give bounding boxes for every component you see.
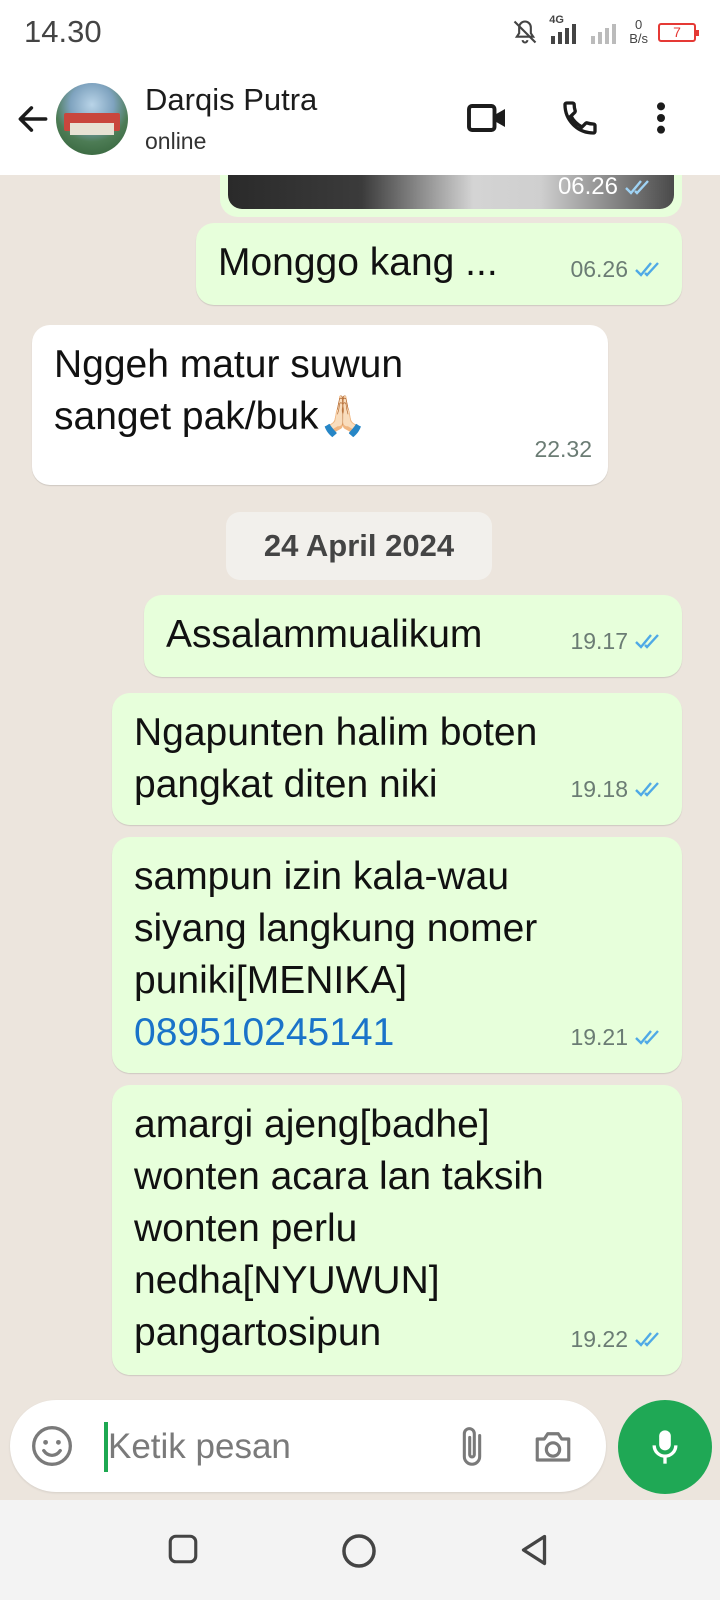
status-bar: 14.30 4G 0 B/s 7 — [0, 0, 720, 66]
microphone-button[interactable] — [618, 1400, 712, 1494]
system-nav-bar — [0, 1500, 720, 1600]
square-icon[interactable] — [166, 1532, 200, 1566]
message-bubble[interactable]: Assalammualikum 19.17 — [144, 595, 682, 677]
message-line: Ngapunten halim boten — [134, 711, 538, 754]
folded-hands-emoji: 🙏🏻 — [318, 395, 368, 438]
more-vertical-icon[interactable] — [646, 98, 676, 138]
message-composer — [10, 1400, 606, 1492]
message-time: 19.17 — [570, 628, 628, 654]
read-receipt-icon — [635, 1332, 659, 1347]
message-time: 22.32 — [534, 436, 592, 462]
message-bubble[interactable]: amargi ajeng[badhe] wonten acara lan tak… — [112, 1085, 682, 1375]
message-line: sanget pak/buk🙏🏻 — [54, 391, 403, 443]
message-time: 06.26 — [557, 175, 618, 200]
message-meta: 22.32 — [534, 423, 592, 475]
signal-4g-icon: 4G — [549, 14, 579, 46]
contact-name[interactable]: Darqis Putra — [145, 82, 317, 118]
message-time: 19.22 — [570, 1326, 628, 1352]
message-line: amargi ajeng[badhe] — [134, 1103, 490, 1146]
message-bubble[interactable]: sampun izin kala-wau siyang langkung nom… — [112, 837, 682, 1073]
message-meta: 19.22 — [570, 1313, 666, 1365]
message-meta: 19.21 — [570, 1011, 666, 1063]
date-separator: 24 April 2024 — [226, 512, 492, 580]
microphone-icon — [652, 1430, 678, 1464]
message-line: Nggeh matur suwun — [54, 343, 404, 386]
message-bubble[interactable]: Monggo kang ... 06.26 — [196, 223, 682, 305]
message-line: pangartosipun — [134, 1311, 382, 1354]
message-meta: 06.26 — [570, 243, 666, 295]
battery-level: 7 — [673, 23, 681, 40]
image-message[interactable]: 06.26 — [220, 175, 682, 217]
video-camera-icon[interactable] — [466, 100, 508, 136]
message-meta: 06.26 — [558, 175, 656, 201]
message-meta: 19.17 — [570, 615, 666, 667]
message-line: wonten perlu — [134, 1207, 358, 1250]
message-bubble[interactable]: Nggeh matur suwun sanget pak/buk🙏🏻 22.32 — [32, 325, 608, 485]
phone-icon[interactable] — [560, 98, 600, 138]
chat-messages[interactable]: 06.26 Monggo kang ... 06.26 Nggeh matur … — [0, 175, 720, 1400]
network-speed-unit: B/s — [629, 31, 648, 46]
avatar[interactable] — [56, 83, 128, 155]
mute-notifications-icon — [513, 20, 537, 44]
read-receipt-icon — [635, 634, 659, 649]
message-text: amargi ajeng[badhe] wonten acara lan tak… — [134, 1099, 544, 1359]
circle-icon[interactable] — [340, 1532, 378, 1570]
message-line: siyang langkung nomer — [134, 907, 538, 950]
message-bubble[interactable]: Ngapunten halim boten pangkat diten niki… — [112, 693, 682, 825]
message-line: sampun izin kala-wau — [134, 855, 510, 898]
status-icons: 4G 0 B/s 7 — [511, 14, 699, 50]
message-text: Nggeh matur suwun sanget pak/buk🙏🏻 — [54, 339, 403, 443]
paperclip-icon[interactable] — [456, 1424, 488, 1470]
message-time: 06.26 — [570, 256, 628, 282]
status-time: 14.30 — [24, 14, 102, 49]
message-line: nedha[NYUWUN] — [134, 1259, 440, 1302]
message-text: Assalammualikum — [166, 613, 483, 656]
message-time: 19.21 — [570, 1024, 628, 1050]
battery-icon: 7 — [658, 22, 699, 42]
message-input[interactable] — [108, 1420, 428, 1474]
message-text: Monggo kang ... — [218, 241, 498, 284]
read-receipt-icon — [625, 180, 649, 195]
message-text: sampun izin kala-wau siyang langkung nom… — [134, 851, 537, 1059]
phone-number-link[interactable]: 089510245141 — [134, 1007, 537, 1059]
message-line: puniki[MENIKA] — [134, 959, 408, 1002]
message-line: wonten acara lan taksih — [134, 1155, 544, 1198]
presence-status: online — [145, 128, 207, 154]
message-time: 19.18 — [570, 776, 628, 802]
network-speed-value: 0 — [634, 17, 643, 32]
read-receipt-icon — [635, 262, 659, 277]
arrow-left-icon[interactable] — [14, 100, 52, 138]
message-line: pangkat diten niki — [134, 763, 438, 806]
chat-header: Darqis Putra online — [0, 66, 720, 175]
message-text: Ngapunten halim boten pangkat diten niki — [134, 707, 537, 811]
signal-empty-icon — [591, 24, 617, 44]
read-receipt-icon — [635, 782, 659, 797]
network-speed: 0 B/s — [629, 18, 648, 46]
camera-icon[interactable] — [532, 1426, 574, 1466]
triangle-back-icon[interactable] — [516, 1532, 552, 1568]
message-meta: 19.18 — [570, 763, 666, 815]
read-receipt-icon — [635, 1030, 659, 1045]
message-line-text: sanget pak/buk — [54, 395, 319, 438]
emoji-icon[interactable] — [30, 1424, 74, 1468]
